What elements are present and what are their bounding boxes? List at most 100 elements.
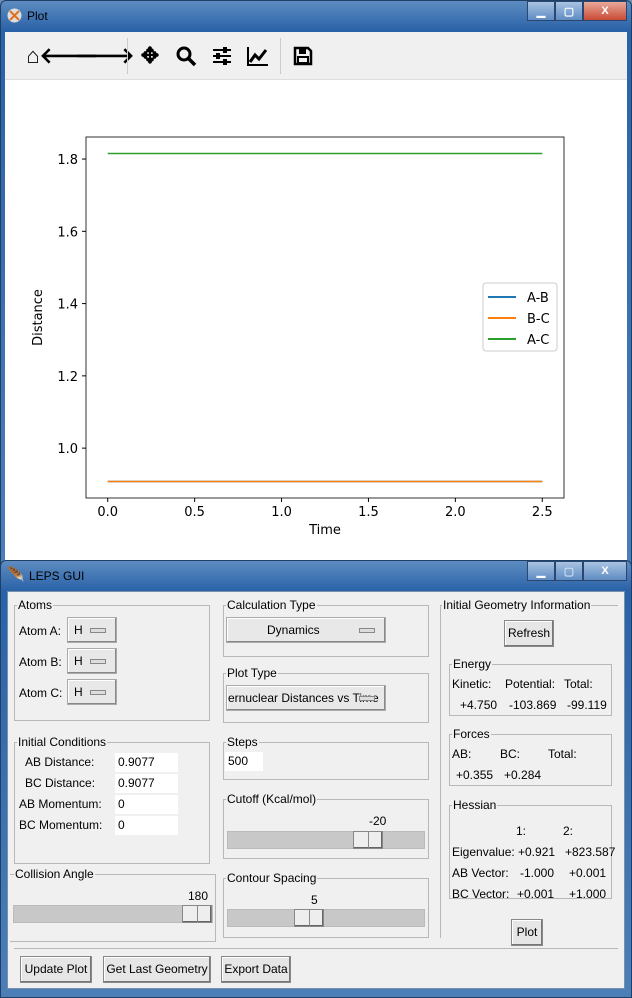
forward-arrow-icon[interactable]: 🡒 [76, 38, 135, 74]
bc-vector-1: +0.001 [517, 887, 555, 901]
y-tick-label: 1.8 [57, 153, 78, 168]
contour-spacing-frame: Contour Spacing 5 [223, 871, 429, 938]
bc-distance-label: BC Distance: [25, 776, 96, 790]
minimize-button[interactable]: ▁ [527, 561, 555, 581]
cutoff-frame: Cutoff (Kcal/mol) -20 [223, 792, 429, 859]
ab-momentum-input[interactable]: 0 [115, 795, 178, 814]
close-button[interactable]: X [583, 561, 627, 581]
x-tick-label: 2.0 [445, 505, 466, 520]
close-button[interactable]: X [583, 1, 627, 21]
calculation-type-frame: Calculation Type Dynamics [223, 598, 429, 657]
eigenvalue-1: +0.921 [518, 845, 556, 859]
eigenvalue-label: Eigenvalue: [452, 845, 515, 859]
legend-label: B-C [527, 312, 550, 327]
distance-chart[interactable]: 0.0 0.5 1.0 1.5 2.0 2.5 1.0 1.2 1.4 1.6 1.8 Time Dis… [5, 81, 629, 566]
frame-label: Steps [226, 735, 259, 749]
save-icon[interactable] [285, 38, 321, 74]
configure-subplots-icon[interactable] [204, 38, 240, 74]
title-bar: Plot ▁ ▢ X [1, 1, 631, 31]
actions-frame: Update Plot Get Last Geometry Export Dat… [14, 948, 618, 984]
kinetic-value: +4.750 [460, 698, 498, 712]
geometry-info-frame: Initial Geometry Information Refresh Ene… [440, 598, 618, 946]
collision-angle-slider[interactable] [13, 905, 213, 923]
hessian-col2-header: 2: [563, 824, 574, 838]
navigation-toolbar: ⌂ 🡐 🡒 ✥ [5, 32, 627, 80]
export-data-button[interactable]: Export Data [221, 956, 291, 983]
frame-label: Energy [452, 657, 493, 671]
slider-thumb[interactable] [294, 909, 325, 927]
y-tick-label: 1.0 [57, 442, 78, 457]
energy-frame: Energy Kinetic: Potential: Total: +4.750… [449, 657, 612, 716]
atom-a-select[interactable]: H [67, 617, 117, 643]
edit-axes-icon[interactable] [240, 38, 276, 74]
slider-thumb[interactable] [182, 905, 212, 923]
hessian-plot-button[interactable]: Plot [511, 919, 543, 946]
leps-gui-window: 🪶 LEPS GUI ▁ ▢ X Atoms Atom A: H Atom B: H… [0, 560, 632, 998]
plot-type-select[interactable]: ernuclear Distances vs Time [226, 685, 386, 711]
atom-b-label: Atom B: [19, 655, 62, 669]
maximize-button[interactable]: ▢ [555, 1, 583, 21]
slider-thumb[interactable] [352, 831, 383, 849]
bc-momentum-input[interactable]: 0 [115, 816, 178, 835]
steps-input[interactable]: 500 [225, 752, 263, 771]
zoom-icon[interactable] [168, 38, 204, 74]
bc-vector-2: +1.000 [569, 887, 607, 901]
frame-label: Forces [452, 727, 491, 741]
ab-vector-1: -1.000 [520, 866, 555, 880]
kinetic-label: Kinetic: [452, 677, 492, 691]
app-icon [7, 8, 22, 23]
atom-b-select[interactable]: H [67, 648, 117, 674]
frame-label: Hessian [452, 798, 498, 812]
ab-momentum-label: AB Momentum: [19, 797, 102, 811]
calculation-type-select[interactable]: Dynamics [226, 617, 386, 643]
get-last-geometry-button[interactable]: Get Last Geometry [103, 956, 211, 983]
refresh-button[interactable]: Refresh [504, 620, 554, 647]
steps-frame: Steps 500 [223, 735, 429, 780]
eigenvalue-2: +823.587 [565, 845, 616, 859]
title-bar: 🪶 LEPS GUI ▁ ▢ X [1, 561, 631, 591]
bc-momentum-label: BC Momentum: [19, 818, 103, 832]
forces-total-label: Total: [548, 747, 577, 761]
y-axis-label: Distance [31, 289, 46, 346]
hessian-col1-header: 1: [516, 824, 527, 838]
forces-ab-value: +0.355 [456, 768, 494, 782]
frame-label: Cutoff (Kcal/mol) [226, 792, 318, 806]
contour-spacing-value: 5 [311, 893, 318, 907]
ab-vector-2: +0.001 [569, 866, 607, 880]
atoms-frame: Atoms Atom A: H Atom B: H Atom C: H [14, 598, 210, 721]
minimize-button[interactable]: ▁ [527, 1, 555, 21]
pan-icon[interactable]: ✥ [132, 38, 168, 74]
frame-label: Collision Angle [14, 867, 95, 881]
window-title: LEPS GUI [29, 569, 85, 583]
plot-type-frame: Plot Type ernuclear Distances vs Time [223, 666, 429, 723]
frame-label: Calculation Type [226, 598, 317, 612]
legend-label: A-B [527, 291, 549, 306]
legend-label: A-C [527, 333, 549, 348]
y-tick-label: 1.6 [57, 225, 78, 240]
forces-bc-value: +0.284 [504, 768, 542, 782]
frame-label: Atoms [17, 598, 54, 612]
y-tick-label: 1.2 [57, 370, 78, 385]
update-plot-button[interactable]: Update Plot [20, 956, 92, 983]
frame-label: Initial Conditions [17, 735, 108, 749]
cutoff-value: -20 [369, 814, 387, 828]
maximize-button[interactable]: ▢ [555, 561, 583, 581]
forces-ab-label: AB: [452, 747, 472, 761]
cutoff-slider[interactable] [227, 831, 425, 849]
frame-label: Contour Spacing [226, 871, 318, 885]
x-tick-label: 1.5 [358, 505, 379, 520]
bc-vector-label: BC Vector: [452, 887, 510, 901]
x-axis-label: Time [308, 523, 341, 538]
bc-distance-input[interactable]: 0.9077 [115, 774, 178, 793]
x-tick-label: 2.5 [532, 505, 553, 520]
plot-window: Plot ▁ ▢ X ⌂ 🡐 🡒 ✥ 0.0 0.5 1.0 1.5 2.0 2.5 1.0 1.… [0, 0, 632, 565]
ab-distance-label: AB Distance: [25, 755, 95, 769]
total-label: Total: [564, 677, 593, 691]
ab-vector-label: AB Vector: [452, 866, 509, 880]
initial-conditions-frame: Initial Conditions AB Distance: 0.9077 B… [14, 735, 210, 864]
atom-c-select[interactable]: H [67, 679, 117, 705]
contour-spacing-slider[interactable] [227, 909, 425, 927]
collision-angle-frame: Collision Angle 180 [10, 867, 216, 942]
ab-distance-input[interactable]: 0.9077 [115, 753, 178, 772]
frame-label: Initial Geometry Information [442, 598, 592, 612]
